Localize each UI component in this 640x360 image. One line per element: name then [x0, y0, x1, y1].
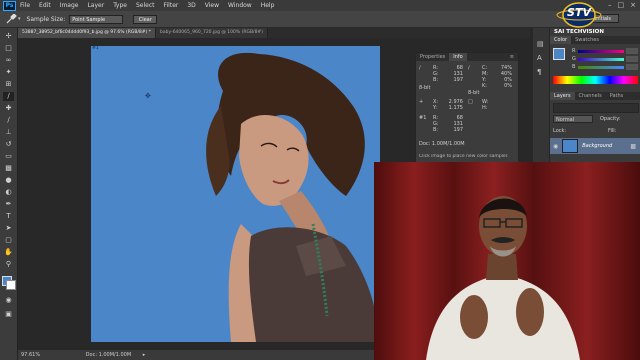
lock-icon: ▩ — [630, 142, 636, 150]
menu-filter[interactable]: Filter — [164, 2, 179, 9]
image-canvas[interactable]: #1 ✥ — [91, 46, 380, 342]
sampler-1-readout: #1 R: 68 G: 131 B: 197 — [419, 115, 463, 133]
tab-layers[interactable]: Layers — [550, 92, 575, 100]
logo-text: STV — [567, 6, 591, 19]
eyedropper-icon[interactable]: ∕ — [3, 92, 14, 101]
tab-properties[interactable]: Properties — [416, 53, 449, 61]
sample-size-select[interactable]: Point Sample — [69, 14, 124, 24]
quick-select-tool-icon[interactable]: ✦ — [3, 68, 14, 77]
menu-bar: Ps File Edit Image Layer Type Select Fil… — [0, 0, 640, 11]
clear-button[interactable]: Clear — [133, 14, 158, 24]
panel-menu-icon[interactable]: ≡ — [506, 53, 518, 61]
lasso-tool-icon[interactable]: ∞ — [3, 56, 14, 65]
menu-type[interactable]: Type — [113, 2, 127, 9]
status-arrow-icon[interactable]: ▸ — [143, 352, 146, 358]
gradient-tool-icon[interactable]: ▩ — [3, 164, 14, 173]
slider-r[interactable]: R — [572, 47, 638, 55]
xy-readout: + X: 2.976 Y: 1.175 — [419, 99, 463, 111]
layer-filter-bar[interactable] — [553, 103, 639, 113]
rectangle-tool-icon[interactable]: ▢ — [3, 236, 14, 245]
menu-edit[interactable]: Edit — [39, 2, 51, 9]
info-hint: Click image to place new color sampler. — [419, 154, 509, 159]
layer-row-background[interactable]: ◉ Background ▩ — [550, 138, 640, 154]
history-brush-tool-icon[interactable]: ↺ — [3, 140, 14, 149]
info-panel-tabs: Properties Info ≡ — [416, 53, 518, 61]
menu-file[interactable]: File — [20, 2, 30, 9]
presenter-video — [374, 162, 640, 360]
hand-tool-icon[interactable]: ✋ — [3, 248, 14, 257]
blend-mode-select[interactable]: Normal — [553, 115, 593, 123]
visibility-eye-icon[interactable]: ◉ — [553, 143, 558, 150]
healing-brush-tool-icon[interactable]: ✚ — [3, 104, 14, 113]
opacity-label: Opacity: — [600, 116, 621, 122]
menu-layer[interactable]: Layer — [87, 2, 104, 9]
tab-channels[interactable]: Channels — [575, 92, 606, 100]
background-color-swatch[interactable] — [6, 280, 16, 290]
woman-photo — [206, 52, 380, 342]
options-bar: ▾ Sample Size: Point Sample Clear Essent… — [0, 11, 640, 28]
brush-tool-icon[interactable]: ∕ — [3, 116, 14, 125]
menu-help[interactable]: Help — [261, 2, 275, 9]
logo-caption: SAI TECHVISION — [554, 29, 604, 35]
color-panel-foreground[interactable] — [553, 48, 565, 60]
quick-mask-icon[interactable]: ◉ — [3, 296, 14, 305]
fill-label: Fill: — [608, 128, 617, 134]
info-panel: Properties Info ≡ ∕ R: 68 G: 131 B: 197 8-bi… — [415, 52, 519, 166]
menu-select[interactable]: Select — [136, 2, 155, 9]
channel-logo: STV SAI TECHVISION — [547, 1, 611, 43]
document-tabs: 53887_38952_bf6c04ddd0f93_b.jpg @ 97.6% … — [18, 28, 530, 38]
layer-thumbnail — [562, 139, 579, 153]
menu-view[interactable]: View — [205, 2, 219, 9]
sample-size-label: Sample Size: — [26, 15, 66, 23]
bit-depth-right: 8-bit — [468, 90, 480, 96]
history-panel-icon[interactable]: ▤ — [537, 40, 544, 48]
dodge-tool-icon[interactable]: ◐ — [3, 188, 14, 197]
paragraph-panel-icon[interactable]: ¶ — [537, 68, 541, 76]
menu-window[interactable]: Window — [228, 2, 252, 9]
marquee-tool-icon[interactable]: □ — [3, 44, 14, 53]
tool-preset-arrow-icon[interactable]: ▾ — [18, 16, 21, 22]
document-size: Doc: 1.00M/1.00M — [85, 352, 132, 358]
close-icon[interactable]: × — [630, 1, 636, 9]
status-bar: 97.61% Doc: 1.00M/1.00M ▸ — [18, 350, 378, 360]
layer-name: Background — [582, 143, 613, 149]
rgb-readout: ∕ R: 68 G: 131 B: 197 8-bit — [419, 65, 463, 91]
wh-readout: □ W: H: — [468, 99, 489, 111]
presenter-video-frame — [374, 162, 640, 360]
slider-b[interactable]: B — [572, 63, 638, 71]
photoshop-logo-icon: Ps — [3, 0, 16, 11]
lock-label: Lock: — [553, 128, 567, 134]
menu-3d[interactable]: 3D — [187, 2, 195, 9]
clone-stamp-tool-icon[interactable]: ⊥ — [3, 128, 14, 137]
tab-info[interactable]: Info — [449, 53, 467, 61]
character-panel-icon[interactable]: A — [537, 54, 542, 62]
move-tool-icon[interactable]: ✢ — [3, 32, 14, 41]
info-doc-size: Doc: 1.00M/1.00M — [419, 141, 465, 147]
path-selection-tool-icon[interactable]: ➤ — [3, 224, 14, 233]
maximize-icon[interactable]: □ — [618, 1, 625, 9]
screen-mode-icon[interactable]: ▣ — [3, 310, 14, 319]
tab-document-2[interactable]: baby-640065_960_720.jpg @ 100% (RGB/8#) — [156, 28, 268, 38]
cmyk-readout: ∕ C: 74% M: 40% Y: 0% K: 0% 8-bit — [468, 65, 512, 96]
tab-paths[interactable]: Paths — [606, 92, 628, 100]
blur-tool-icon[interactable]: ● — [3, 176, 14, 185]
slider-g[interactable]: G — [572, 55, 638, 63]
color-sliders: R G B — [572, 47, 638, 71]
layers-panel-tabs: Layers Channels Paths — [550, 92, 640, 100]
tab-document-1[interactable]: 53887_38952_bf6c04ddd0f93_b.jpg @ 97.6% … — [18, 28, 157, 38]
bit-depth-left: 8-bit — [419, 85, 431, 91]
zoom-tool-icon[interactable]: ⚲ — [3, 260, 14, 269]
eyedropper-tool-icon[interactable] — [5, 13, 17, 24]
pen-tool-icon[interactable]: ✒ — [3, 200, 14, 209]
eraser-tool-icon[interactable]: ▭ — [3, 152, 14, 161]
type-tool-icon[interactable]: T — [3, 212, 14, 221]
zoom-level[interactable]: 97.61% — [21, 352, 40, 358]
window-controls: – □ × — [608, 1, 636, 9]
color-ramp[interactable] — [553, 76, 638, 84]
menu-image[interactable]: Image — [60, 2, 79, 9]
tools-panel: ✢ □ ∞ ✦ ⊞ ∕ ✚ ∕ ⊥ ↺ ▭ ▩ ● ◐ ✒ T ➤ ▢ ✋ ⚲ … — [0, 28, 18, 360]
crop-tool-icon[interactable]: ⊞ — [3, 80, 14, 89]
